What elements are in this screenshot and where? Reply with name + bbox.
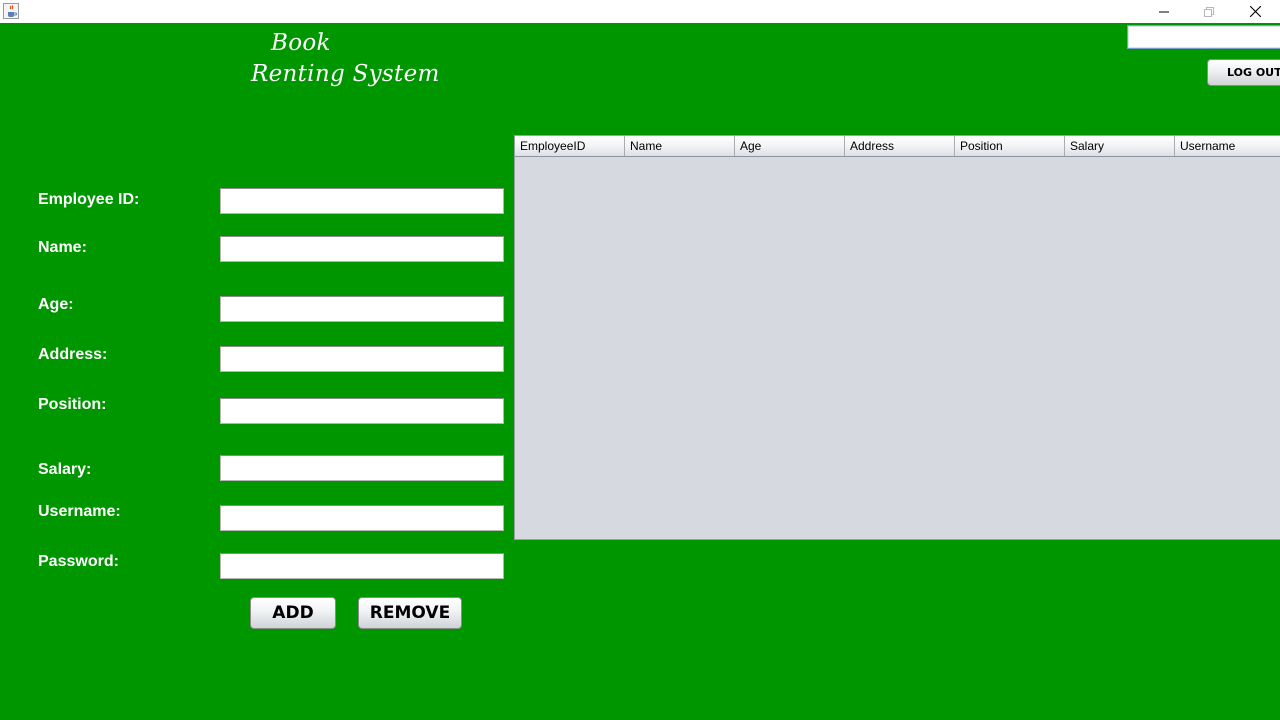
close-icon	[1249, 6, 1261, 17]
app-title-line1: Book	[271, 30, 331, 56]
age-field[interactable]	[220, 296, 504, 322]
window-titlebar	[0, 0, 1280, 23]
add-button[interactable]: ADD	[250, 597, 336, 629]
position-label: Position:	[38, 396, 107, 413]
restore-icon	[1204, 6, 1214, 17]
address-field[interactable]	[220, 346, 504, 372]
close-button[interactable]	[1232, 0, 1278, 23]
restore-button[interactable]	[1186, 0, 1232, 23]
name-field[interactable]	[220, 236, 504, 262]
table-header: EmployeeID Name Age Address Position Sal…	[515, 136, 1280, 157]
logout-button[interactable]: LOG OUT	[1207, 59, 1280, 86]
column-header-address[interactable]: Address	[845, 136, 955, 156]
column-header-employeeid[interactable]: EmployeeID	[515, 136, 625, 156]
column-header-name[interactable]: Name	[625, 136, 735, 156]
column-header-username[interactable]: Username	[1175, 136, 1280, 156]
column-header-position[interactable]: Position	[955, 136, 1065, 156]
employee-id-label: Employee ID:	[38, 191, 140, 208]
password-field[interactable]	[220, 553, 504, 579]
password-label: Password:	[38, 553, 119, 570]
employee-table[interactable]: EmployeeID Name Age Address Position Sal…	[514, 135, 1280, 540]
column-header-salary[interactable]: Salary	[1065, 136, 1175, 156]
table-body[interactable]	[515, 157, 1280, 539]
salary-label: Salary:	[38, 461, 92, 478]
name-label: Name:	[38, 239, 87, 256]
app-title-line2: Renting System	[251, 61, 440, 87]
age-label: Age:	[38, 296, 74, 313]
username-field[interactable]	[220, 505, 504, 531]
position-field[interactable]	[220, 398, 504, 424]
employee-id-field[interactable]	[220, 188, 504, 214]
top-text-field[interactable]	[1127, 25, 1280, 49]
minimize-icon	[1159, 7, 1169, 17]
username-label: Username:	[38, 503, 121, 520]
address-label: Address:	[38, 346, 108, 363]
java-cup-icon	[3, 3, 19, 19]
column-header-age[interactable]: Age	[735, 136, 845, 156]
remove-button[interactable]: REMOVE	[358, 597, 462, 629]
salary-field[interactable]	[220, 455, 504, 481]
minimize-button[interactable]	[1141, 0, 1187, 23]
